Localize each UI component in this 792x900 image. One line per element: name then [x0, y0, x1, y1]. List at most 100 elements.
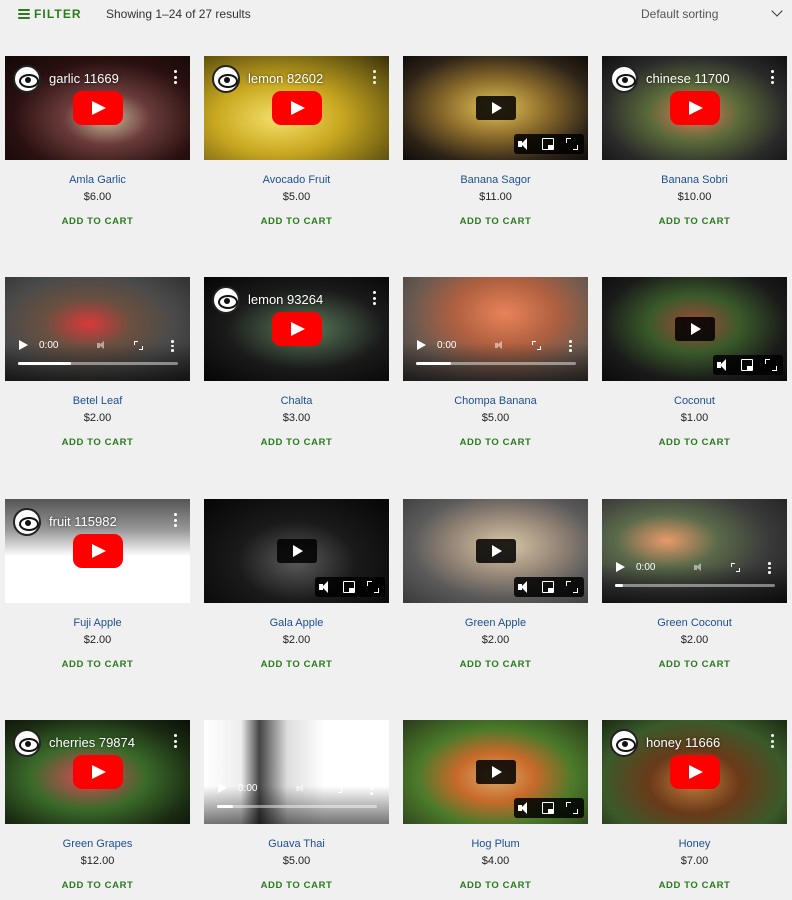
volume-icon[interactable] [717, 359, 729, 371]
product-title[interactable]: Amla Garlic [5, 174, 190, 186]
youtube-play-button[interactable] [670, 755, 720, 789]
volume-icon[interactable] [319, 581, 331, 593]
product-title[interactable]: Chalta [204, 395, 389, 407]
youtube-play-button[interactable] [670, 91, 720, 125]
fullscreen-icon[interactable] [333, 784, 342, 793]
video-title[interactable]: honey 11666 [646, 735, 720, 750]
add-to-cart-button[interactable]: ADD TO CART [602, 659, 787, 670]
product-title[interactable]: Gala Apple [204, 617, 389, 629]
mute-icon[interactable] [97, 341, 106, 350]
sort-select[interactable]: Default sorting [641, 5, 785, 23]
add-to-cart-button[interactable]: ADD TO CART [204, 437, 389, 448]
channel-logo-icon[interactable] [212, 65, 240, 93]
add-to-cart-button[interactable]: ADD TO CART [204, 659, 389, 670]
more-options-icon[interactable] [373, 70, 377, 86]
picture-in-picture-icon[interactable] [542, 138, 554, 150]
channel-logo-icon[interactable] [13, 65, 41, 93]
picture-in-picture-icon[interactable] [343, 581, 355, 593]
product-title[interactable]: Honey [602, 838, 787, 850]
product-title[interactable]: Betel Leaf [5, 395, 190, 407]
product-video[interactable] [204, 499, 389, 603]
more-options-icon[interactable] [569, 340, 572, 352]
video-title[interactable]: cherries 79874 [49, 735, 135, 750]
mute-icon[interactable] [296, 784, 305, 793]
filter-button[interactable]: FILTER [18, 6, 82, 22]
add-to-cart-button[interactable]: ADD TO CART [5, 216, 190, 227]
product-video[interactable]: fruit 115982 [5, 499, 190, 603]
add-to-cart-button[interactable]: ADD TO CART [5, 437, 190, 448]
add-to-cart-button[interactable]: ADD TO CART [602, 880, 787, 891]
video-title[interactable]: chinese 11700 [646, 71, 730, 86]
add-to-cart-button[interactable]: ADD TO CART [5, 880, 190, 891]
video-title[interactable]: lemon 82602 [248, 71, 323, 86]
more-options-icon[interactable] [771, 70, 775, 86]
play-button[interactable] [476, 96, 516, 120]
channel-logo-icon[interactable] [13, 508, 41, 536]
product-title[interactable]: Guava Thai [204, 838, 389, 850]
youtube-play-button[interactable] [73, 755, 123, 789]
product-title[interactable]: Chompa Banana [403, 395, 588, 407]
picture-in-picture-icon[interactable] [542, 581, 554, 593]
more-options-icon[interactable] [373, 291, 377, 307]
play-button[interactable] [277, 539, 317, 563]
fullscreen-icon[interactable] [566, 581, 578, 593]
video-title[interactable]: fruit 115982 [49, 514, 117, 529]
product-video[interactable]: honey 11666 [602, 720, 787, 824]
add-to-cart-button[interactable]: ADD TO CART [5, 659, 190, 670]
product-video[interactable] [403, 720, 588, 824]
product-video[interactable] [403, 56, 588, 160]
product-video[interactable] [403, 499, 588, 603]
product-title[interactable]: Banana Sobri [602, 174, 787, 186]
more-options-icon[interactable] [771, 734, 775, 750]
add-to-cart-button[interactable]: ADD TO CART [403, 880, 588, 891]
channel-logo-icon[interactable] [610, 65, 638, 93]
mute-icon[interactable] [495, 341, 504, 350]
more-options-icon[interactable] [174, 734, 178, 750]
more-options-icon[interactable] [768, 562, 771, 574]
youtube-play-button[interactable] [73, 534, 123, 568]
play-icon[interactable] [218, 783, 227, 793]
volume-icon[interactable] [518, 138, 530, 150]
product-video[interactable]: 0:00 [403, 277, 588, 381]
product-title[interactable]: Avocado Fruit [204, 174, 389, 186]
product-video[interactable]: 0:00 [204, 720, 389, 824]
fullscreen-icon[interactable] [532, 341, 541, 350]
fullscreen-icon[interactable] [566, 802, 578, 814]
progress-bar[interactable] [416, 362, 576, 365]
add-to-cart-button[interactable]: ADD TO CART [403, 216, 588, 227]
add-to-cart-button[interactable]: ADD TO CART [602, 216, 787, 227]
fullscreen-icon[interactable] [134, 341, 143, 350]
play-button[interactable] [675, 317, 715, 341]
channel-logo-icon[interactable] [13, 729, 41, 757]
channel-logo-icon[interactable] [610, 729, 638, 757]
product-video[interactable]: garlic 11669 [5, 56, 190, 160]
fullscreen-icon[interactable] [367, 581, 379, 593]
add-to-cart-button[interactable]: ADD TO CART [403, 659, 588, 670]
more-options-icon[interactable] [174, 70, 178, 86]
video-title[interactable]: lemon 93264 [248, 292, 323, 307]
play-button[interactable] [476, 539, 516, 563]
product-video[interactable]: cherries 79874 [5, 720, 190, 824]
youtube-play-button[interactable] [73, 91, 123, 125]
play-icon[interactable] [19, 340, 28, 350]
progress-bar[interactable] [615, 584, 775, 587]
more-options-icon[interactable] [174, 513, 178, 529]
product-video[interactable]: chinese 11700 [602, 56, 787, 160]
youtube-play-button[interactable] [272, 91, 322, 125]
play-button[interactable] [476, 760, 516, 784]
product-video[interactable]: lemon 82602 [204, 56, 389, 160]
fullscreen-icon[interactable] [566, 138, 578, 150]
more-options-icon[interactable] [370, 783, 373, 795]
fullscreen-icon[interactable] [765, 359, 777, 371]
picture-in-picture-icon[interactable] [542, 802, 554, 814]
volume-icon[interactable] [518, 581, 530, 593]
product-title[interactable]: Green Coconut [602, 617, 787, 629]
channel-logo-icon[interactable] [212, 286, 240, 314]
product-video[interactable] [602, 277, 787, 381]
product-title[interactable]: Banana Sagor [403, 174, 588, 186]
progress-bar[interactable] [217, 805, 377, 808]
product-title[interactable]: Green Grapes [5, 838, 190, 850]
product-title[interactable]: Fuji Apple [5, 617, 190, 629]
product-video[interactable]: 0:00 [602, 499, 787, 603]
product-video[interactable]: 0:00 [5, 277, 190, 381]
